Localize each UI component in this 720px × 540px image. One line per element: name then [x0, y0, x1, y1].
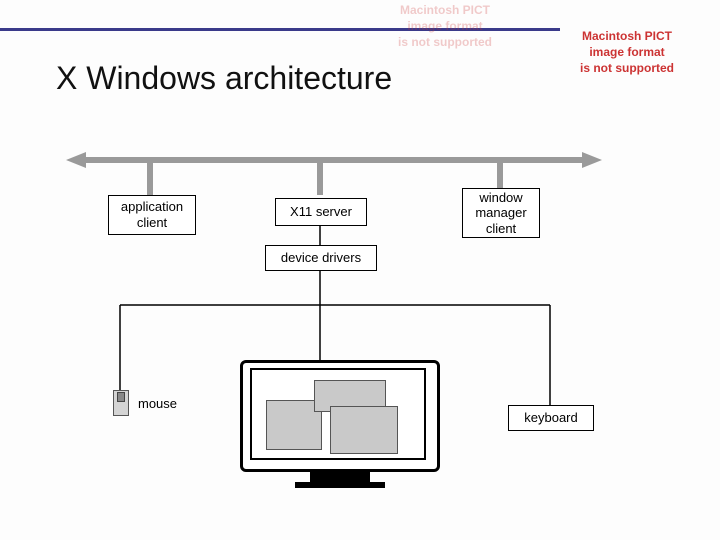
pict-error-top-left: Macintosh PICT image format is not suppo…	[398, 2, 492, 51]
pict-error-top-right: Macintosh PICT image format is not suppo…	[580, 28, 674, 77]
page-title: X Windows architecture	[56, 60, 392, 97]
window-icon-3	[330, 406, 398, 454]
monitor-stand	[310, 472, 370, 482]
node-device-drivers: device drivers	[265, 245, 377, 271]
diagram-stage: application client X11 server window man…	[60, 140, 660, 500]
monitor-screen	[250, 368, 426, 460]
monitor-base	[295, 482, 385, 488]
node-window-manager-client: window manager client	[462, 188, 540, 238]
node-x11-server: X11 server	[275, 198, 367, 226]
monitor-icon	[240, 360, 440, 490]
node-keyboard: keyboard	[508, 405, 594, 431]
node-application-client: application client	[108, 195, 196, 235]
mouse-button-icon	[117, 392, 125, 402]
label-mouse: mouse	[138, 396, 177, 411]
